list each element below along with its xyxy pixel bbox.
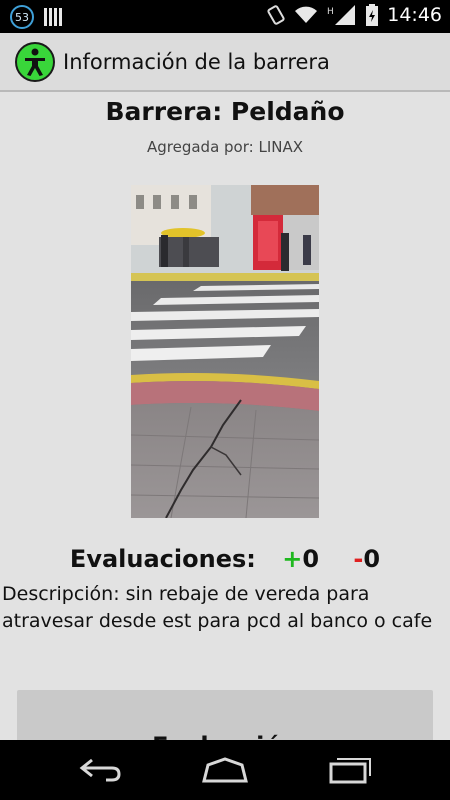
barrier-photo[interactable] xyxy=(131,185,319,518)
wifi-icon xyxy=(294,6,318,24)
back-icon[interactable] xyxy=(70,754,130,786)
positive-evaluations[interactable]: +0 xyxy=(282,545,319,573)
positive-count: 0 xyxy=(302,545,320,573)
page-title: Información de la barrera xyxy=(63,49,330,74)
added-by-label: Agregada por: xyxy=(146,138,254,156)
action-bar: Información de la barrera xyxy=(0,33,450,92)
added-by-user: LINAX xyxy=(258,138,304,156)
accessibility-person-icon[interactable] xyxy=(15,41,55,82)
negative-evaluations[interactable]: -0 xyxy=(353,545,380,573)
clock: 14:46 xyxy=(387,4,442,26)
recent-apps-icon[interactable] xyxy=(320,754,380,786)
barrier-detail: Barrera: Peldaño Agregada por: LINAX Eva… xyxy=(0,92,450,740)
barrier-title: Barrera: Peldaño xyxy=(105,97,345,126)
phone-rotate-icon xyxy=(267,5,285,25)
barcode-icon xyxy=(44,8,62,26)
barrier-description: Descripción: sin rebaje de vereda para a… xyxy=(2,583,433,632)
battery-icon xyxy=(366,4,379,26)
network-letter: H xyxy=(327,7,334,17)
home-icon[interactable] xyxy=(195,754,255,786)
navigation-bar xyxy=(0,740,450,800)
positive-sign: + xyxy=(282,545,303,573)
negative-count: 0 xyxy=(363,545,381,573)
evaluations-label: Evaluaciones: xyxy=(69,545,256,573)
evaluations-row: Evaluaciones: +0 -0 xyxy=(0,545,450,573)
cell-signal-icon: H xyxy=(327,5,357,25)
negative-sign: - xyxy=(353,545,364,573)
notification-badge-icon: 53 xyxy=(10,5,34,29)
evaluate-button[interactable]: Evaluación xyxy=(17,690,433,740)
added-by: Agregada por: LINAX xyxy=(0,138,450,156)
status-bar: 53 H 14:46 xyxy=(0,0,450,33)
